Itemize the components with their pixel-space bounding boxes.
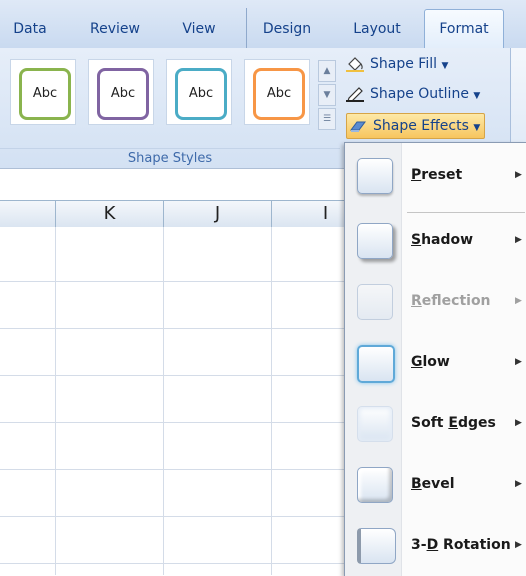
grid-line <box>0 422 346 423</box>
bevel-icon <box>357 467 393 503</box>
shape-effects-button[interactable]: Shape Effects ▼ <box>346 113 486 139</box>
shape-style-preview: Abc <box>19 68 71 120</box>
ribbon-tab-bar: Data Review View Design Layout Format <box>0 0 526 49</box>
shape-outline-label: Shape Outline <box>370 86 469 102</box>
menu-item-soft-edges[interactable]: Soft Edges ▶ <box>345 393 526 453</box>
glow-icon <box>357 345 395 383</box>
grid-line <box>0 469 346 470</box>
shape-fill-label: Shape Fill <box>370 56 437 72</box>
grid-line <box>0 375 346 376</box>
gallery-scroll-down-button[interactable]: ▼ <box>318 84 336 106</box>
shape-style-swatch-2[interactable]: Abc <box>88 59 154 125</box>
grid-line <box>0 516 346 517</box>
dropdown-arrow-icon: ▼ <box>441 61 449 71</box>
menu-item-label: Glow <box>411 354 450 370</box>
column-header-j[interactable]: J <box>164 201 272 227</box>
tab-format[interactable]: Format <box>424 9 504 48</box>
dropdown-arrow-icon: ▼ <box>473 123 481 133</box>
tab-review[interactable]: Review <box>82 12 148 46</box>
shape-effects-menu: Preset ▶ Shadow ▶ Reflection ▶ Glow ▶ So… <box>344 142 526 576</box>
soft-edges-icon <box>357 406 393 442</box>
preset-icon <box>357 158 393 194</box>
grid-line <box>0 281 346 282</box>
menu-item-3d-rotation[interactable]: 3-D Rotation ▶ <box>345 515 526 575</box>
3d-rotation-icon <box>357 528 396 564</box>
shape-effects-label: Shape Effects <box>373 118 469 134</box>
reflection-icon <box>357 284 393 320</box>
submenu-arrow-icon: ▶ <box>515 296 522 306</box>
menu-item-label: Bevel <box>411 476 455 492</box>
menu-item-glow[interactable]: Glow ▶ <box>345 332 526 392</box>
menu-item-shadow[interactable]: Shadow ▶ <box>345 210 526 270</box>
shape-style-preview: Abc <box>97 68 149 120</box>
shape-style-swatch-3[interactable]: Abc <box>166 59 232 125</box>
menu-item-reflection[interactable]: Reflection ▶ <box>345 271 526 331</box>
pencil-icon <box>346 86 364 102</box>
submenu-arrow-icon: ▶ <box>515 479 522 489</box>
grid-line <box>271 227 272 575</box>
tab-group-divider <box>246 8 247 48</box>
dropdown-arrow-icon: ▼ <box>473 91 481 101</box>
submenu-arrow-icon: ▶ <box>515 235 522 245</box>
tab-layout[interactable]: Layout <box>344 12 410 46</box>
gallery-scroll-up-button[interactable]: ▲ <box>318 60 336 82</box>
tab-data[interactable]: Data <box>8 12 52 46</box>
shape-style-swatch-4[interactable]: Abc <box>244 59 310 125</box>
column-header-k[interactable]: K <box>56 201 164 227</box>
grid-line <box>163 227 164 575</box>
submenu-arrow-icon: ▶ <box>515 540 522 550</box>
tab-design[interactable]: Design <box>254 12 320 46</box>
ribbon-group-label: Shape Styles <box>0 148 340 169</box>
shadow-icon <box>357 223 393 259</box>
menu-item-preset[interactable]: Preset ▶ <box>345 145 526 205</box>
grid-line <box>55 227 56 575</box>
paint-bucket-icon <box>346 56 364 72</box>
shape-outline-button[interactable]: Shape Outline ▼ <box>346 82 480 106</box>
menu-item-label: Soft Edges <box>411 415 496 431</box>
column-headers: K J I <box>0 200 380 228</box>
shape-fill-button[interactable]: Shape Fill ▼ <box>346 52 448 76</box>
submenu-arrow-icon: ▶ <box>515 357 522 367</box>
shape-style-preview: Abc <box>253 68 305 120</box>
shape-style-swatch-1[interactable]: Abc <box>10 59 76 125</box>
shape-style-preview: Abc <box>175 68 227 120</box>
column-header-partial[interactable] <box>0 201 56 227</box>
menu-item-bevel[interactable]: Bevel ▶ <box>345 454 526 514</box>
menu-item-label: Reflection <box>411 293 491 309</box>
grid-line <box>0 563 346 564</box>
menu-item-label: Preset <box>411 167 463 183</box>
grid-line <box>0 328 346 329</box>
menu-item-label: 3-D Rotation <box>411 537 511 553</box>
menu-item-label: Shadow <box>411 232 474 248</box>
tab-view[interactable]: View <box>174 12 224 46</box>
cell-grid[interactable] <box>0 227 346 575</box>
submenu-arrow-icon: ▶ <box>515 170 522 180</box>
gallery-more-button[interactable]: ☰ <box>318 108 336 130</box>
formula-bar-area <box>0 168 346 199</box>
shape-effects-icon <box>349 118 367 134</box>
submenu-arrow-icon: ▶ <box>515 418 522 428</box>
